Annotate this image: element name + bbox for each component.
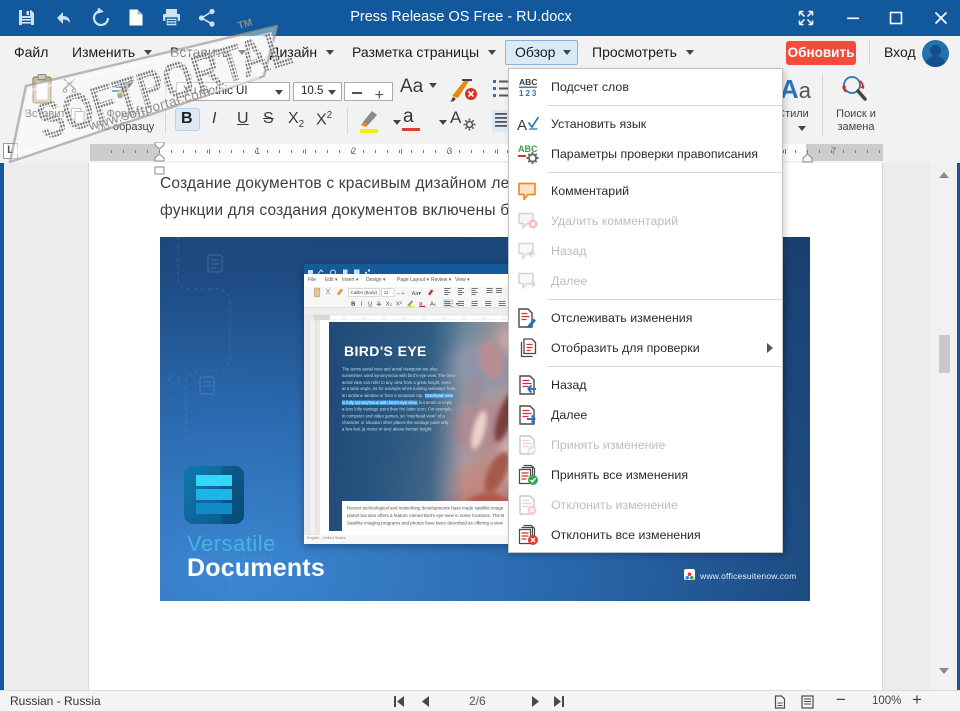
- svg-text:ABC: ABC: [519, 77, 537, 87]
- svg-text:X₂: X₂: [386, 302, 392, 308]
- svg-text:ABC: ABC: [518, 144, 538, 154]
- svg-text:Aₓ: Aₓ: [430, 302, 436, 308]
- svg-text:U: U: [368, 302, 372, 308]
- svg-text:− +: − +: [397, 291, 405, 297]
- svg-text:X²: X²: [396, 302, 402, 308]
- svg-text:11: 11: [384, 290, 389, 295]
- svg-text:A: A: [517, 117, 527, 134]
- svg-text:Calibri (Body): Calibri (Body): [350, 290, 377, 295]
- svg-text:S: S: [377, 302, 381, 308]
- svg-text:I: I: [360, 302, 364, 308]
- svg-text:B: B: [351, 302, 355, 308]
- svg-text:Aa▾: Aa▾: [412, 291, 422, 297]
- svg-text:123: 123: [519, 89, 538, 98]
